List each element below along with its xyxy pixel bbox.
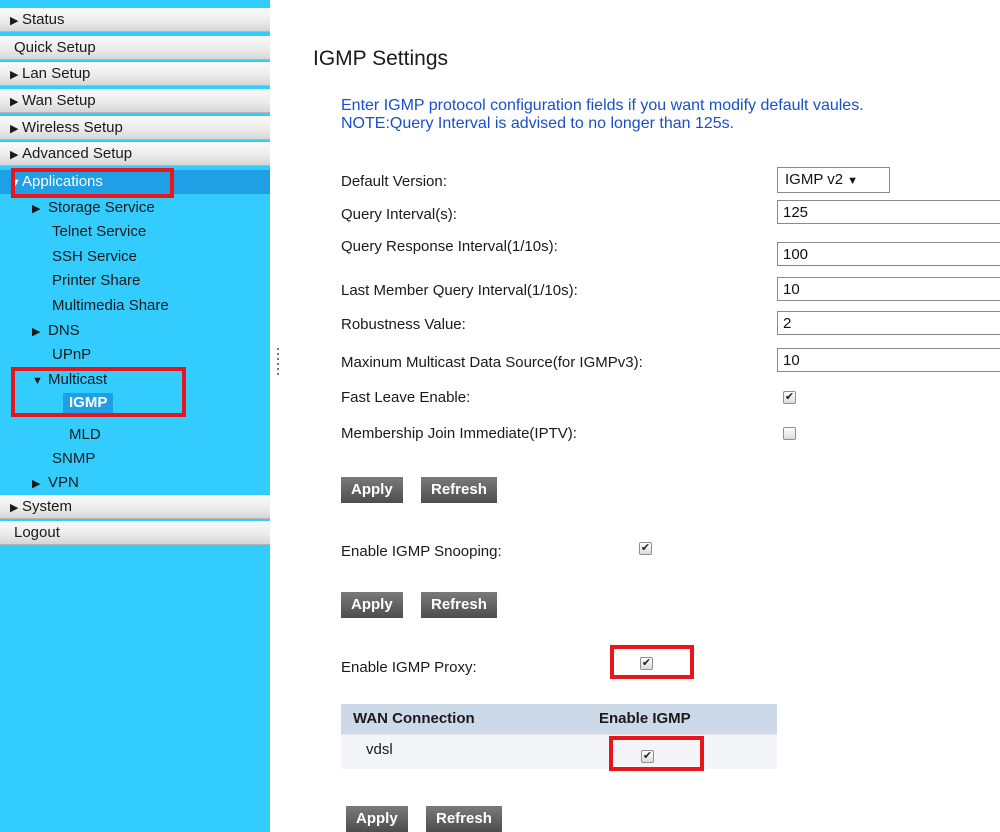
column-header-wan: WAN Connection — [353, 710, 475, 727]
query-response-input[interactable] — [777, 242, 1000, 266]
refresh-button-3[interactable]: Refresh — [426, 806, 502, 832]
last-member-input[interactable] — [777, 277, 1000, 301]
menu-item-logout[interactable]: Logout — [0, 521, 270, 545]
join-immediate-checkbox[interactable] — [783, 427, 796, 440]
expand-arrow-icon: ▶ — [32, 203, 41, 215]
check-icon: ✔ — [640, 542, 651, 554]
wan-connection-cell: vdsl — [366, 741, 393, 758]
expand-arrow-icon: ▶ — [10, 69, 19, 81]
check-icon: ✔ — [784, 391, 795, 403]
expand-arrow-icon: ▶ — [10, 502, 19, 514]
menu-label: Status — [22, 11, 65, 28]
menu-label: Lan Setup — [22, 65, 91, 82]
menu-item-wan-setup[interactable]: ▶ Wan Setup — [0, 89, 270, 113]
expand-arrow-icon: ▶ — [10, 149, 19, 161]
wan-table: WAN Connection Enable IGMP vdsl ✔ — [341, 704, 777, 769]
proxy-label: Enable IGMP Proxy: — [341, 659, 477, 676]
menu-label: Quick Setup — [14, 39, 96, 56]
column-header-enable: Enable IGMP — [599, 710, 691, 727]
table-row: vdsl ✔ — [341, 735, 777, 769]
expand-arrow-icon: ▶ — [10, 15, 19, 27]
apply-button-3[interactable]: Apply — [346, 806, 408, 832]
highlight-box-multicast — [11, 367, 186, 417]
refresh-button-2[interactable]: Refresh — [421, 592, 497, 618]
submenu-telnet-service[interactable]: Telnet Service — [52, 223, 146, 240]
expand-arrow-icon: ▶ — [32, 326, 41, 338]
query-interval-label: Query Interval(s): — [341, 206, 457, 223]
last-member-label: Last Member Query Interval(1/10s): — [341, 282, 578, 299]
submenu-label: VPN — [48, 474, 79, 491]
menu-item-lan-setup[interactable]: ▶ Lan Setup — [0, 62, 270, 86]
robustness-label: Robustness Value: — [341, 316, 466, 333]
table-header: WAN Connection Enable IGMP — [341, 704, 777, 735]
fast-leave-label: Fast Leave Enable: — [341, 389, 471, 406]
instruction-text: Enter IGMP protocol configuration fields… — [341, 97, 864, 114]
menu-label: Logout — [14, 524, 60, 541]
expand-arrow-icon: ▶ — [10, 123, 19, 135]
snooping-checkbox[interactable]: ✔ — [639, 542, 652, 555]
submenu-mld[interactable]: MLD — [69, 426, 101, 443]
max-source-input[interactable] — [777, 348, 1000, 372]
robustness-input[interactable] — [777, 311, 1000, 335]
highlight-box-proxy — [610, 645, 694, 679]
join-immediate-label: Membership Join Immediate(IPTV): — [341, 425, 577, 442]
menu-label: Wan Setup — [22, 92, 96, 109]
query-interval-input[interactable] — [777, 200, 1000, 224]
submenu-printer-share[interactable]: Printer Share — [52, 272, 140, 289]
page-title: IGMP Settings — [313, 47, 449, 70]
submenu-multimedia-share[interactable]: Multimedia Share — [52, 297, 169, 314]
expand-arrow-icon: ▶ — [10, 96, 19, 108]
highlight-box-enable-igmp — [609, 736, 704, 771]
note-text: NOTE:Query Interval is advised to no lon… — [341, 115, 735, 132]
select-value: IGMP v2 — [785, 171, 844, 188]
apply-button-2[interactable]: Apply — [341, 592, 403, 618]
sidebar: ▶ Status Quick Setup ▶ Lan Setup ▶ Wan Setu… — [0, 0, 270, 832]
max-source-label: Maxinum Multicast Data Source(for IGMPv3… — [341, 354, 643, 371]
query-response-label: Query Response Interval(1/10s): — [341, 238, 558, 255]
submenu-label: Storage Service — [48, 199, 155, 216]
menu-label: System — [22, 498, 73, 515]
submenu-vpn[interactable]: ▶ VPN — [32, 474, 79, 491]
highlight-box-applications — [11, 168, 174, 198]
submenu-snmp[interactable]: SNMP — [52, 450, 95, 467]
apply-button-1[interactable]: Apply — [341, 477, 403, 503]
snooping-label: Enable IGMP Snooping: — [341, 543, 502, 560]
menu-label: Wireless Setup — [22, 119, 123, 136]
menu-item-quick-setup[interactable]: Quick Setup — [0, 36, 270, 60]
menu-label: Advanced Setup — [22, 145, 133, 162]
default-version-select[interactable]: IGMP v2 ▼ — [777, 167, 890, 193]
resize-handle[interactable] — [277, 348, 279, 378]
refresh-button-1[interactable]: Refresh — [421, 477, 497, 503]
submenu-dns[interactable]: ▶ DNS — [32, 322, 80, 339]
menu-item-advanced-setup[interactable]: ▶ Advanced Setup — [0, 142, 270, 166]
fast-leave-checkbox[interactable]: ✔ — [783, 391, 796, 404]
expand-arrow-icon: ▶ — [32, 478, 41, 490]
submenu-label: DNS — [48, 322, 80, 339]
submenu-storage-service[interactable]: ▶ Storage Service — [32, 199, 155, 216]
menu-item-status[interactable]: ▶ Status — [0, 8, 270, 32]
submenu-ssh-service[interactable]: SSH Service — [52, 248, 137, 265]
default-version-label: Default Version: — [341, 173, 447, 190]
dropdown-arrow-icon: ▼ — [847, 175, 858, 187]
submenu-upnp[interactable]: UPnP — [52, 346, 91, 363]
menu-item-wireless-setup[interactable]: ▶ Wireless Setup — [0, 116, 270, 140]
menu-item-system[interactable]: ▶ System — [0, 495, 270, 519]
